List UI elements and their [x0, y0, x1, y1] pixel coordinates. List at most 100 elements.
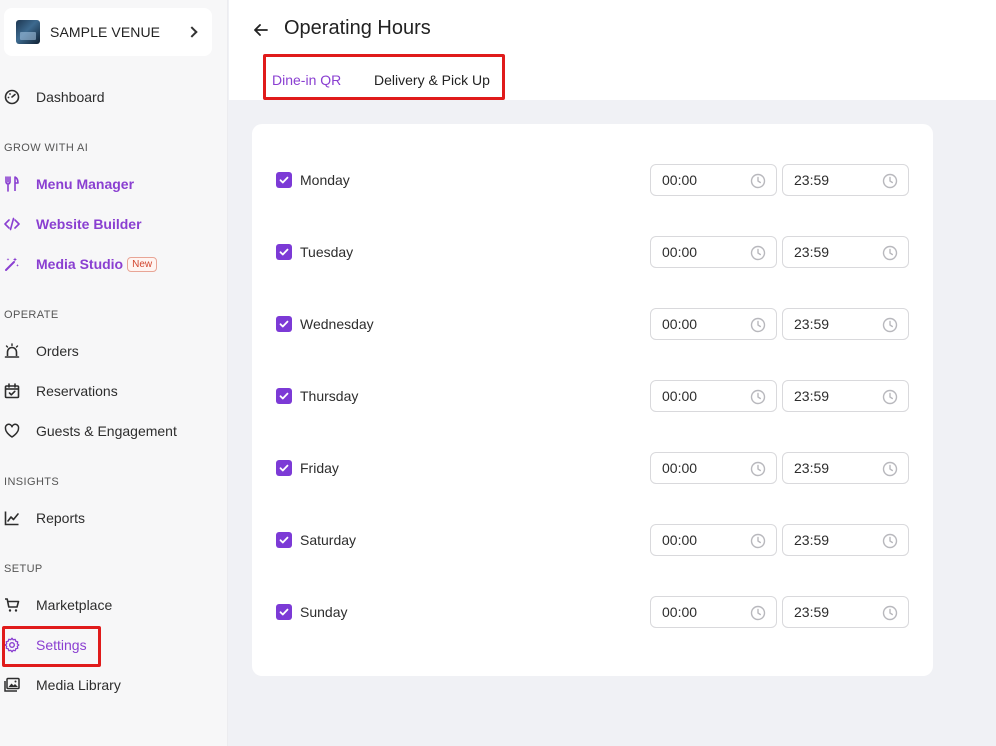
- close-time-value: 23:59: [794, 532, 830, 548]
- venue-name: SAMPLE VENUE: [50, 24, 161, 40]
- open-time-value: 00:00: [662, 460, 698, 476]
- sidebar-item-settings[interactable]: Settings: [0, 625, 87, 665]
- sidebar-item-label: Settings: [36, 637, 87, 653]
- clock-icon: [882, 533, 898, 549]
- sidebar-item-reservations[interactable]: Reservations: [0, 371, 118, 411]
- sidebar-item-guests[interactable]: Guests & Engagement: [0, 411, 177, 451]
- sidebar-item-label: Dashboard: [36, 89, 105, 105]
- close-time-input[interactable]: 23:59: [782, 596, 909, 628]
- sidebar-item-label: Orders: [36, 343, 79, 359]
- sidebar-item-dashboard[interactable]: Dashboard: [0, 77, 105, 117]
- day-checkbox[interactable]: [276, 316, 292, 332]
- sidebar-item-marketplace[interactable]: Marketplace: [0, 585, 112, 625]
- open-time-input[interactable]: 00:00: [650, 380, 777, 412]
- open-time-input[interactable]: 00:00: [650, 308, 777, 340]
- day-label: Saturday: [300, 532, 357, 548]
- day-checkbox[interactable]: [276, 604, 292, 620]
- sidebar-item-reports[interactable]: Reports: [0, 498, 85, 538]
- clock-icon: [882, 173, 898, 189]
- tab-delivery-pick-up[interactable]: Delivery & Pick Up: [374, 72, 490, 88]
- open-time-value: 00:00: [662, 532, 698, 548]
- open-time-value: 00:00: [662, 244, 698, 260]
- open-time-input[interactable]: 00:00: [650, 452, 777, 484]
- day-label: Thursday: [300, 388, 359, 404]
- day-checkbox[interactable]: [276, 172, 292, 188]
- check-icon: [279, 392, 289, 400]
- sidebar-item-media-studio[interactable]: Media Studio New: [0, 244, 158, 284]
- calendar-check-icon: [4, 383, 20, 399]
- line-chart-icon: [4, 510, 20, 526]
- tab-dine-in-qr[interactable]: Dine-in QR: [272, 72, 341, 88]
- section-label-insights: INSIGHTS: [4, 476, 60, 488]
- sidebar-item-label: Media Library: [36, 677, 121, 693]
- close-time-value: 23:59: [794, 388, 830, 404]
- check-icon: [279, 248, 289, 256]
- arrow-left-icon[interactable]: [251, 20, 271, 40]
- close-time-value: 23:59: [794, 460, 830, 476]
- day-label: Sunday: [300, 604, 348, 620]
- open-time-input[interactable]: 00:00: [650, 164, 777, 196]
- venue-selector[interactable]: SAMPLE VENUE: [4, 8, 212, 56]
- chevron-right-icon: [186, 26, 198, 38]
- images-icon: [4, 677, 20, 693]
- clock-icon: [750, 173, 766, 189]
- sidebar-item-label: Media Studio: [36, 256, 124, 272]
- clock-icon: [750, 245, 766, 261]
- operating-hours-card: Monday 00:00 23:59 Tuesday 00:00 23:59 Wednesd…: [252, 124, 933, 676]
- close-time-input[interactable]: 23:59: [782, 380, 909, 412]
- day-label: Tuesday: [300, 244, 354, 260]
- day-label: Wednesday: [300, 316, 374, 332]
- close-time-value: 23:59: [794, 604, 830, 620]
- page-header: Operating Hours Dine-in QR Delivery & Pi…: [229, 0, 996, 100]
- sidebar-item-orders[interactable]: Orders: [0, 331, 79, 371]
- section-label-operate: OPERATE: [4, 309, 59, 321]
- sidebar-item-label: Marketplace: [36, 597, 113, 613]
- section-label-setup: SETUP: [4, 563, 43, 575]
- close-time-input[interactable]: 23:59: [782, 452, 909, 484]
- clock-icon: [750, 389, 766, 405]
- sidebar-item-media-library[interactable]: Media Library: [0, 665, 121, 705]
- close-time-value: 23:59: [794, 172, 830, 188]
- schedule-row: Thursday 00:00 23:59: [252, 380, 933, 412]
- check-icon: [279, 608, 289, 616]
- open-time-input[interactable]: 00:00: [650, 596, 777, 628]
- clock-icon: [750, 533, 766, 549]
- gear-icon: [4, 637, 20, 653]
- day-checkbox[interactable]: [276, 460, 292, 476]
- utensils-icon: [4, 176, 20, 192]
- sidebar-item-label: Website Builder: [36, 216, 142, 232]
- open-time-value: 00:00: [662, 388, 698, 404]
- close-time-input[interactable]: 23:59: [782, 164, 909, 196]
- clock-icon: [882, 389, 898, 405]
- check-icon: [279, 320, 289, 328]
- day-checkbox[interactable]: [276, 532, 292, 548]
- clock-icon: [882, 317, 898, 333]
- clock-icon: [750, 605, 766, 621]
- open-time-value: 00:00: [662, 604, 698, 620]
- clock-icon: [882, 605, 898, 621]
- close-time-input[interactable]: 23:59: [782, 524, 909, 556]
- close-time-input[interactable]: 23:59: [782, 236, 909, 268]
- close-time-value: 23:59: [794, 316, 830, 332]
- sidebar-item-label: Reports: [36, 510, 86, 526]
- schedule-row: Wednesday 00:00 23:59: [252, 308, 933, 340]
- sidebar-item-website-builder[interactable]: Website Builder: [0, 204, 142, 244]
- clock-icon: [882, 461, 898, 477]
- clock-icon: [882, 245, 898, 261]
- sidebar: SAMPLE VENUE Dashboard GROW WITH AI Menu…: [0, 0, 228, 746]
- open-time-input[interactable]: 00:00: [650, 236, 777, 268]
- page-title: Operating Hours: [284, 17, 431, 39]
- magic-wand-icon: [4, 256, 20, 272]
- heart-icon: [4, 423, 20, 439]
- venue-thumbnail: [16, 20, 40, 44]
- clock-icon: [750, 461, 766, 477]
- day-checkbox[interactable]: [276, 388, 292, 404]
- day-checkbox[interactable]: [276, 244, 292, 260]
- sidebar-item-label: Guests & Engagement: [36, 423, 177, 439]
- new-badge: New: [127, 256, 158, 272]
- schedule-row: Monday 00:00 23:59: [252, 164, 933, 196]
- close-time-input[interactable]: 23:59: [782, 308, 909, 340]
- sidebar-item-menu-manager[interactable]: Menu Manager: [0, 164, 134, 204]
- section-label-grow: GROW WITH AI: [4, 142, 89, 154]
- open-time-input[interactable]: 00:00: [650, 524, 777, 556]
